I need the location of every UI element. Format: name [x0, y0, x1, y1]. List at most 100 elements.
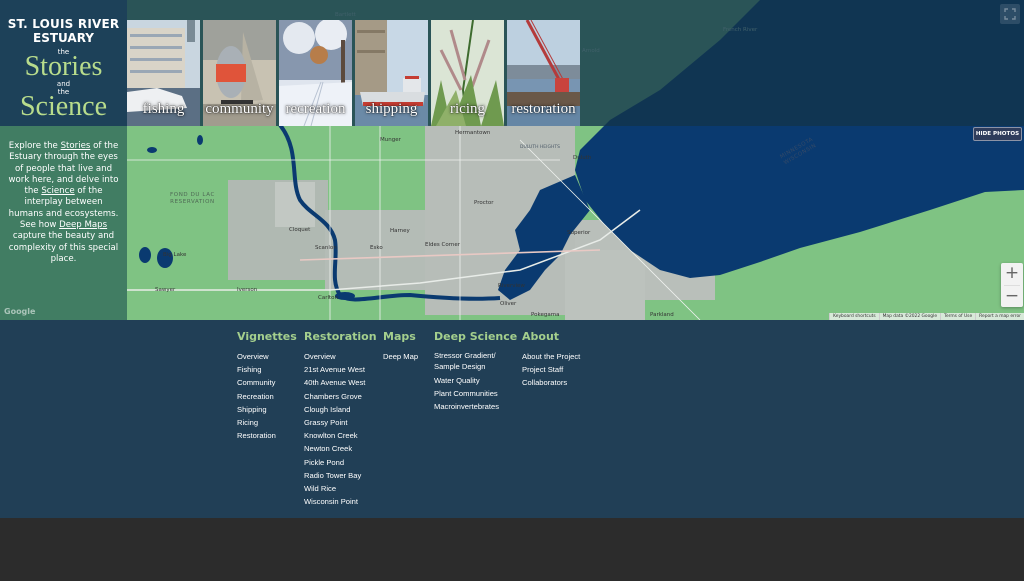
footer-link[interactable]: Radio Tower Bay [304, 469, 383, 482]
map-label-munger: Munger [380, 137, 401, 143]
footer-column-maps: Maps Deep Map [383, 330, 434, 508]
site-footer: Vignettes Overview Fishing Community Rec… [0, 320, 1024, 518]
map-label-scanlon: Scanlon [315, 245, 337, 251]
logo-stories: Stories [24, 51, 103, 82]
map-label-french-river: French River [723, 27, 758, 33]
map-label-sawyer: Sawyer [155, 287, 176, 293]
site-logo[interactable]: ST. LOUIS RIVER ESTUARY the Stories and … [0, 0, 127, 126]
tile-label: community [205, 101, 274, 117]
logo-title-line2: ESTUARY [33, 31, 94, 45]
tile-label: recreation [285, 101, 346, 117]
footer-link[interactable]: Collaborators [522, 376, 602, 389]
footer-link[interactable]: Chambers Grove [304, 390, 383, 403]
map-data-text: Map data ©2022 Google [878, 313, 941, 320]
map-label-fond-du-lac: FOND DU LAC RESERVATION [170, 192, 215, 205]
map-attribution: Keyboard shortcuts Map data ©2022 Google… [829, 313, 1024, 320]
tile-restoration[interactable]: restoration [507, 20, 580, 126]
map-label-parkland: Parkland [650, 312, 674, 318]
map-label-superior: Superior [567, 230, 591, 236]
tile-label: restoration [511, 101, 576, 117]
tile-fishing[interactable]: fishing [127, 20, 200, 126]
footer-heading[interactable]: Maps [383, 330, 434, 344]
footer-link[interactable]: Project Staff [522, 363, 602, 376]
footer-link[interactable]: Fishing [237, 363, 304, 376]
science-link[interactable]: Science [41, 186, 74, 196]
map-label-duluth-heights: DULUTH HEIGHTS [520, 145, 560, 150]
footer-link[interactable]: Shipping [237, 403, 304, 416]
map-label-proctor: Proctor [474, 200, 494, 206]
logo-and: and [56, 80, 71, 88]
footer-link[interactable]: Plant Communities [434, 387, 522, 400]
tile-label: ricing [450, 101, 485, 117]
hide-photos-button[interactable]: HIDE PHOTOS [973, 127, 1022, 141]
footer-link[interactable]: Deep Map [383, 350, 434, 363]
zoom-in-button[interactable]: + [1001, 263, 1023, 285]
tile-community[interactable]: community [203, 20, 276, 126]
map-label-pokegama: Pokegama [531, 312, 560, 318]
footer-column-restoration: Restoration Overview 21st Avenue West 40… [304, 330, 383, 508]
google-logo: Google [4, 307, 36, 316]
terms-of-use-link[interactable]: Terms of Use [940, 313, 976, 320]
map-label-big-lake: Big Lake [163, 252, 187, 258]
footer-link[interactable]: Macroinvertebrates [434, 400, 522, 413]
map-label-hermantown: Hermantown [455, 130, 491, 136]
map-label-eldes-corner: Eldes Corner [425, 242, 460, 248]
footer-link[interactable]: Clough Island [304, 403, 383, 416]
footer-heading[interactable]: About [522, 330, 602, 344]
report-map-error-link[interactable]: Report a map error [975, 313, 1024, 320]
map-label-cloquet: Cloquet [289, 227, 311, 233]
vignette-tiles: fishing community recreation shipping ri… [127, 20, 580, 126]
map-label-duluth: Duluth [573, 155, 592, 161]
map-label-bartlett: Bartlett [335, 12, 356, 18]
footer-heading[interactable]: Deep Science [434, 330, 522, 344]
keyboard-shortcuts-link[interactable]: Keyboard shortcuts [829, 313, 879, 320]
logo-title-line1: ST. LOUIS RIVER [7, 17, 120, 31]
map-zoom-control: + − [1001, 263, 1023, 307]
footer-link[interactable]: Recreation [237, 390, 304, 403]
footer-link[interactable]: Overview [237, 350, 304, 363]
footer-link[interactable]: Restoration [237, 429, 304, 442]
stories-link[interactable]: Stories [61, 141, 91, 151]
logo-science: Science [19, 91, 108, 122]
map-label-oliver: Oliver [500, 301, 517, 307]
zoom-out-button[interactable]: − [1001, 286, 1023, 308]
tile-recreation[interactable]: recreation [279, 20, 352, 126]
footer-link[interactable]: Knowlton Creek [304, 429, 383, 442]
footer-link[interactable]: 40th Avenue West [304, 376, 383, 389]
footer-heading[interactable]: Vignettes [237, 330, 304, 344]
map-lake [197, 135, 203, 145]
footer-link[interactable]: About the Project [522, 350, 602, 363]
map-label-arnold: Arnold [582, 48, 600, 54]
footer-link[interactable]: Pickle Pond [304, 456, 383, 469]
map-label-harney: Harney [390, 228, 410, 234]
intro-text-part: Explore the [8, 141, 61, 151]
footer-link[interactable]: Ricing [237, 416, 304, 429]
footer-heading[interactable]: Restoration [304, 330, 383, 344]
footer-link[interactable]: Wild Rice [304, 482, 383, 495]
footer-link[interactable]: Community [237, 376, 304, 389]
footer-link[interactable]: Overview [304, 350, 383, 363]
fullscreen-button[interactable] [1000, 4, 1020, 24]
deep-maps-link[interactable]: Deep Maps [59, 220, 107, 230]
fullscreen-icon [1004, 8, 1016, 20]
map-lake [139, 247, 151, 263]
footer-link[interactable]: Wisconsin Point [304, 495, 383, 508]
footer-link[interactable]: Water Quality [434, 374, 522, 387]
map-lake [147, 147, 157, 153]
page-bottom-background [0, 518, 1024, 581]
tile-ricing[interactable]: ricing [431, 20, 504, 126]
footer-link[interactable]: Grassy Point [304, 416, 383, 429]
map-urban-area [565, 250, 645, 320]
footer-link[interactable]: Newton Creek [304, 442, 383, 455]
map-label-esko: Esko [370, 245, 383, 251]
intro-text-part: capture the beauty and complexity of thi… [8, 231, 119, 264]
tile-label: shipping [365, 101, 418, 117]
footer-nav: Vignettes Overview Fishing Community Rec… [237, 330, 602, 508]
footer-link[interactable]: 21st Avenue West [304, 363, 383, 376]
footer-link[interactable]: Stressor Gradient/ Sample Design [434, 350, 500, 372]
map-stage[interactable]: FOND DU LAC RESERVATION Hermantown DULUTH… [0, 0, 1024, 320]
map-lake [157, 248, 173, 268]
tile-shipping[interactable]: shipping [355, 20, 428, 126]
map-label-carlton: Carlton [318, 295, 339, 301]
map-label-iverson: Iverson [237, 287, 258, 293]
